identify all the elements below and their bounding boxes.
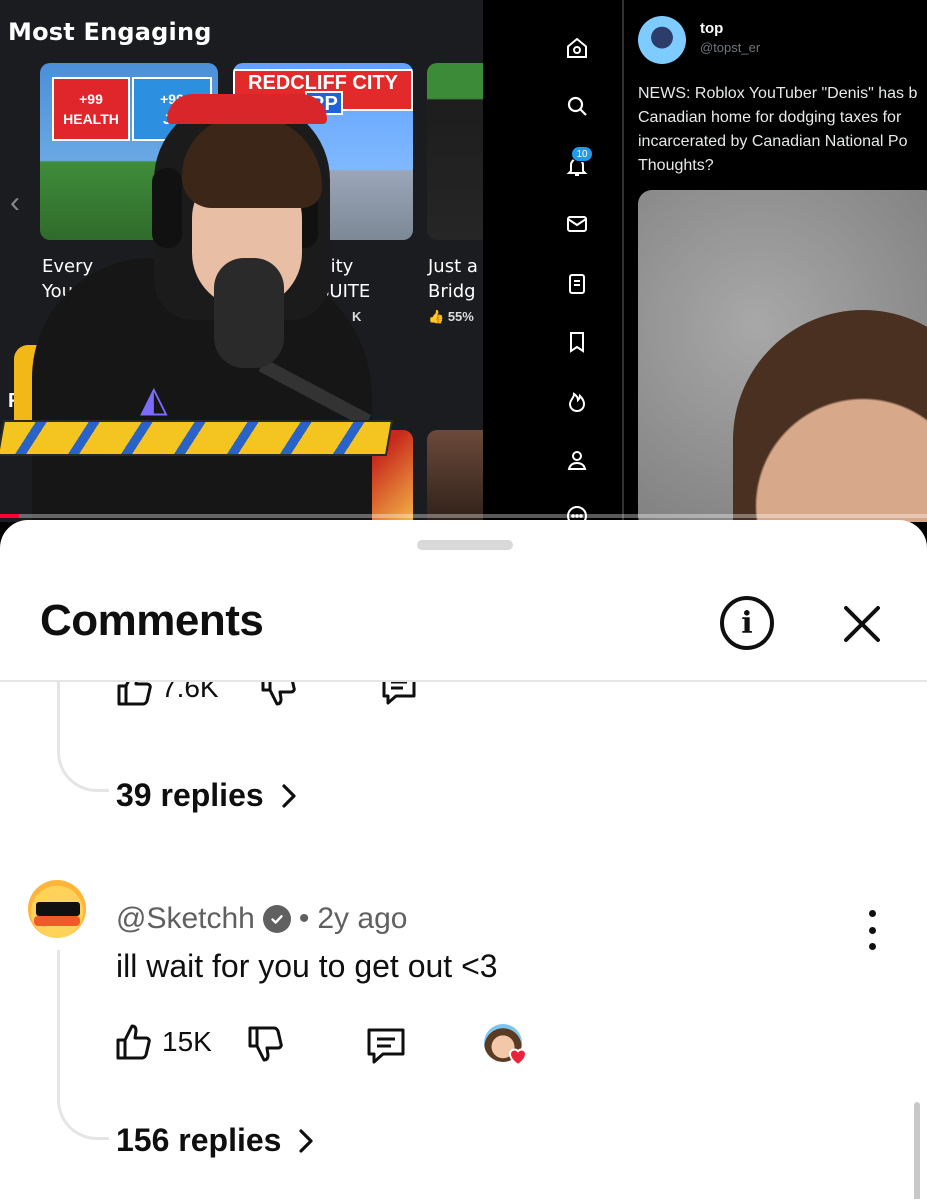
like-button[interactable]: 7.6K: [115, 682, 219, 708]
comment-text: ill wait for you to get out <3: [116, 948, 498, 984]
communities-icon: [563, 388, 591, 416]
messages-icon: [563, 210, 591, 238]
hoodie-logo: ◭: [140, 378, 168, 419]
chevron-right-icon: [299, 1128, 314, 1153]
game-thumbnail: [427, 63, 483, 240]
home-icon: [563, 34, 591, 62]
thumbs-down-icon[interactable]: [259, 682, 299, 708]
meta-separator: •: [298, 902, 310, 935]
person-photo: [733, 310, 927, 522]
microphone: [214, 258, 284, 368]
headphones: [152, 168, 182, 248]
close-icon: [844, 606, 880, 642]
avatar-mouth: [34, 916, 80, 926]
lists-icon: [563, 270, 591, 298]
comments-sheet: Comments i 7.6K 39 replies @Sketchh • 2y…: [0, 520, 927, 1199]
close-button[interactable]: [838, 600, 886, 648]
thread-line: [57, 682, 109, 792]
comment-author[interactable]: @Sketchh: [116, 902, 255, 936]
heart-icon: [508, 1048, 528, 1067]
comment-time: 2y ago: [317, 902, 408, 935]
game-rating: 👍 55%: [428, 309, 474, 324]
avatar[interactable]: [28, 880, 86, 938]
section-title: Most Engaging: [8, 18, 212, 46]
drag-handle[interactable]: [417, 540, 513, 550]
tweet: top @topst_er NEWS: Roblox YouTuber "Den…: [624, 0, 927, 522]
more-vertical-icon[interactable]: [858, 910, 886, 950]
comment-meta: @Sketchh • 2y ago: [116, 902, 407, 936]
verified-icon: [262, 905, 291, 933]
profile-icon: [563, 446, 591, 474]
creator-heart-badge: [482, 1022, 530, 1070]
tweet-author-name: top: [700, 20, 724, 37]
info-icon: i: [741, 605, 753, 641]
chevron-left-icon: ‹: [10, 186, 20, 219]
reply-icon: [367, 1028, 405, 1064]
streamer-webcam: ◭: [32, 88, 382, 522]
replies-count-label: 39 replies: [116, 777, 264, 813]
game-title: Just a Bridg: [428, 256, 478, 302]
thread-line: [57, 950, 109, 1140]
like-count: 15K: [162, 1026, 212, 1057]
dislike-button[interactable]: [246, 1024, 286, 1064]
search-icon: [563, 92, 591, 120]
tweet-text: NEWS: Roblox YouTuber "Denis" has b Cana…: [638, 85, 918, 174]
thumbs-up-icon: [117, 682, 152, 706]
bookmarks-icon: [563, 328, 591, 356]
video-progress-bar[interactable]: [0, 514, 927, 518]
comments-list: 7.6K 39 replies @Sketchh • 2y ago ill wa…: [0, 682, 927, 1199]
rating-value: 55%: [447, 309, 474, 324]
reply-icon[interactable]: [379, 682, 419, 708]
view-replies-link[interactable]: 39 replies: [116, 777, 300, 814]
twitter-sidebar: 10: [483, 0, 623, 522]
more-icon: [563, 502, 591, 522]
tweet-image: [638, 190, 927, 522]
previous-comment-actions: 7.6K: [115, 682, 419, 708]
avatar: [638, 16, 686, 64]
comment-actions: 15K: [114, 1022, 574, 1072]
thumbs-up-icon: [116, 1024, 151, 1060]
avatar-glasses: [36, 902, 80, 916]
info-button[interactable]: i: [720, 596, 774, 650]
notification-badge: 10: [571, 146, 593, 162]
scrollbar[interactable]: [914, 1102, 920, 1199]
streamer-headband: [167, 94, 327, 124]
view-replies-link[interactable]: 156 replies: [116, 1122, 317, 1159]
like-button[interactable]: 15K: [114, 1022, 212, 1062]
replies-count-label: 156 replies: [116, 1122, 282, 1158]
overlay-banner: [0, 420, 394, 456]
roblox-game-grid: Most Engaging +99 HEALTH +99 JU REDCLIFF…: [0, 0, 483, 522]
tweet-author-handle: @topst_er: [700, 40, 761, 55]
like-count: 7.6K: [161, 682, 219, 703]
video-player[interactable]: Most Engaging +99 HEALTH +99 JU REDCLIFF…: [0, 0, 927, 522]
sheet-title: Comments: [40, 596, 264, 645]
game-thumbnail: [427, 430, 483, 522]
chevron-right-icon: [282, 783, 296, 808]
thumbs-down-icon: [248, 1026, 283, 1062]
reply-button[interactable]: [364, 1024, 408, 1068]
video-progress-fill: [0, 514, 19, 518]
